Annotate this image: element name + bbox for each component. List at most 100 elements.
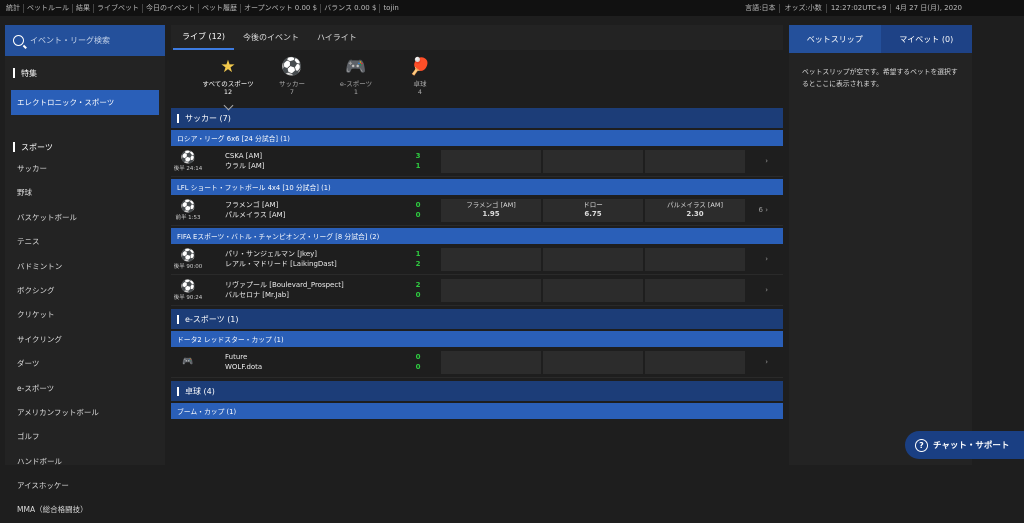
top-bar: 統計 ベットルール 結果 ライブベット 今日のイベント ベット履歴 オープンベット 0.00… [0,0,1024,16]
match-teams: パリ・サンジェルマン [Jkey] レアル・マドリード [LaikingDast] [205,249,395,269]
soccer-ball-icon: ⚽ [180,198,196,213]
odds-button[interactable] [543,278,643,302]
sidebar-item-sport[interactable]: MMA（総合格闘技） [5,498,165,522]
top-nav-item[interactable]: ベットルール [24,3,73,13]
match-icon-cell: ⚽ 後半 24:14 [171,150,205,172]
chevron-right-icon: › [762,206,768,214]
match-row[interactable]: ⚽ 後半 90:24 リヴァプール [Boulevard_Prospect] バルセロ… [171,275,783,306]
match-scores: 31 [395,151,441,171]
tab-2[interactable]: ハイライト [308,25,366,50]
featured-item-esports[interactable]: エレクトロニック・スポーツ [11,90,159,115]
odds-button[interactable] [645,350,745,374]
odds-label: フラメンゴ [AM] [466,201,516,209]
sidebar-item-sport[interactable]: テニス [5,230,165,254]
odds-group: フラメンゴ [AM] 1.95 ドロー 6.75 パルメイラス [AM] 2.30 [441,198,751,222]
main-tabs: ライブ (12) 今後のイベント ハイライト [171,25,783,50]
match-icon-cell: ⚽ 前半 1:53 [171,198,205,221]
sidebar-item-sport[interactable]: バドミントン [5,255,165,279]
odds-button[interactable] [441,149,541,173]
top-nav-item[interactable]: 結果 [73,3,94,13]
soccer-ball-icon: ⚽ [180,278,196,293]
chevron-right-icon: › [765,157,768,165]
sport-filter-item[interactable]: ★ すべてのスポーツ 12 [196,56,260,105]
header-bar [177,113,179,123]
sport-filter-item[interactable]: ⚽ サッカー 7 [260,56,324,105]
match-row[interactable]: ⚽ 前半 1:53 フラメンゴ [AM] パルメイラス [AM] 0 0 フラメンゴ [AM… [171,195,783,226]
match-time: 前半 1:53 [175,214,201,221]
tab-my-bets[interactable]: マイベット (0) [880,25,972,53]
match-row[interactable]: ⚽ 後半 90:00 パリ・サンジェルマン [Jkey] レアル・マドリード [Lai… [171,244,783,275]
odds-button[interactable] [543,247,643,271]
odds-button[interactable]: フラメンゴ [AM] 1.95 [441,198,541,222]
odds-button[interactable] [645,278,745,302]
league-header[interactable]: ブーム・カップ (1) [171,403,783,419]
sport-section-title: e-スポーツ (1) [185,314,239,324]
betslip-empty-message: ベットスリップが空です。希望するベットを選択するとここに表示されます。 [802,68,958,88]
sidebar-item-sport[interactable]: バスケットボール [5,206,165,230]
tab-1[interactable]: 今後のイベント [234,25,308,50]
odds-button[interactable] [543,149,643,173]
top-setting-item[interactable]: 言語:日本 [741,3,781,13]
betslip-panel: ベットスリップ マイベット (0) ベットスリップが空です。希望するベットを選択… [789,25,972,465]
sidebar-item-sport[interactable]: ハンドボール [5,450,165,474]
odds-button[interactable] [543,350,643,374]
sidebar-item-sport[interactable]: アイスホッケー [5,474,165,498]
away-team: レアル・マドリード [LaikingDast] [225,260,337,268]
more-markets-button[interactable]: 6 › [751,206,776,214]
top-nav-item[interactable]: ベット履歴 [199,3,241,13]
home-score: 2 [415,281,421,289]
more-markets-button[interactable]: › [751,358,776,366]
odds-button[interactable]: パルメイラス [AM] 2.30 [645,198,745,222]
league-header[interactable]: LFL ショート・フットボール 4x4 [10 分試合] (1) [171,179,783,195]
sidebar-item-sport[interactable]: アメリカンフットボール [5,401,165,425]
top-nav-item[interactable]: 今日のイベント [143,3,199,13]
league-header[interactable]: ロシア・リーグ 6x6 [24 分試合] (1) [171,130,783,146]
home-team: パリ・サンジェルマン [Jkey] [225,250,318,258]
top-nav-item[interactable]: バランス 0.00 $ [321,3,381,13]
chat-support-button[interactable]: ? チャット・サポート [905,431,1024,459]
more-markets-button[interactable]: › [751,255,776,263]
sidebar-item-sport[interactable]: クリケット [5,303,165,327]
more-markets-button[interactable]: › [751,157,776,165]
top-setting-item[interactable]: オッズ:小数 [780,3,827,13]
sport-filter-item[interactable]: 🏓 卓球 4 [388,56,452,105]
sidebar-item-sport[interactable]: 野球 [5,181,165,205]
odds-value: 2.30 [686,210,704,218]
league-header[interactable]: ドータ2 レッドスター・カップ (1) [171,331,783,347]
odds-button[interactable] [441,278,541,302]
sidebar-item-sport[interactable]: ボクシング [5,279,165,303]
sports-list: スポーツ サッカー 野球 バスケットボール テニス バドミントン ボクシング クリケット サイ… [5,137,165,523]
odds-value: 1.95 [482,210,500,218]
league-header[interactable]: FIFA Eスポーツ・バトル・チャンピオンズ・リーグ [8 分試合] (2) [171,228,783,244]
match-scores: 12 [395,249,441,269]
sport-section-header[interactable]: e-スポーツ (1) [171,309,783,329]
odds-button[interactable]: ドロー 6.75 [543,198,643,222]
odds-button[interactable] [645,149,745,173]
sidebar-item-sport[interactable]: e-スポーツ [5,377,165,401]
top-nav-item[interactable]: ライブベット [94,3,143,13]
search-input[interactable]: イベント・リーグ検索 [5,25,165,56]
top-nav-item[interactable]: 統計 [3,3,24,13]
home-score: 1 [415,250,421,258]
sidebar-item-sport[interactable]: ダーツ [5,352,165,376]
more-markets-button[interactable]: › [751,286,776,294]
odds-value: 6.75 [584,210,602,218]
sidebar-item-sport[interactable]: ゴルフ [5,425,165,449]
featured-title: 特集 [5,56,165,90]
sport-section-header[interactable]: 卓球 (4) [171,381,783,401]
odds-button[interactable] [645,247,745,271]
sport-section-header[interactable]: サッカー (7) [171,108,783,128]
match-teams: リヴァプール [Boulevard_Prospect] バルセロナ [Mr.Jab… [205,280,395,300]
match-row[interactable]: 🎮 Future WOLF.dota 0 0 › [171,347,783,378]
odds-button[interactable] [441,350,541,374]
odds-button[interactable] [441,247,541,271]
sidebar-item-sport[interactable]: サイクリング [5,328,165,352]
sidebar-item-sport[interactable]: サッカー [5,157,165,181]
match-row[interactable]: ⚽ 後半 24:14 CSKA [AM] ウラル [AM] 3 1 › [171,146,783,177]
tab-0[interactable]: ライブ (12) [173,25,234,50]
tab-betslip[interactable]: ベットスリップ [789,25,881,53]
chevron-right-icon: › [765,286,768,294]
top-nav-item[interactable]: オープンベット 0.00 $ [241,3,322,13]
sport-filter-item[interactable]: 🎮 e-スポーツ 1 [324,56,388,105]
top-nav-item[interactable]: tojin [380,4,401,13]
